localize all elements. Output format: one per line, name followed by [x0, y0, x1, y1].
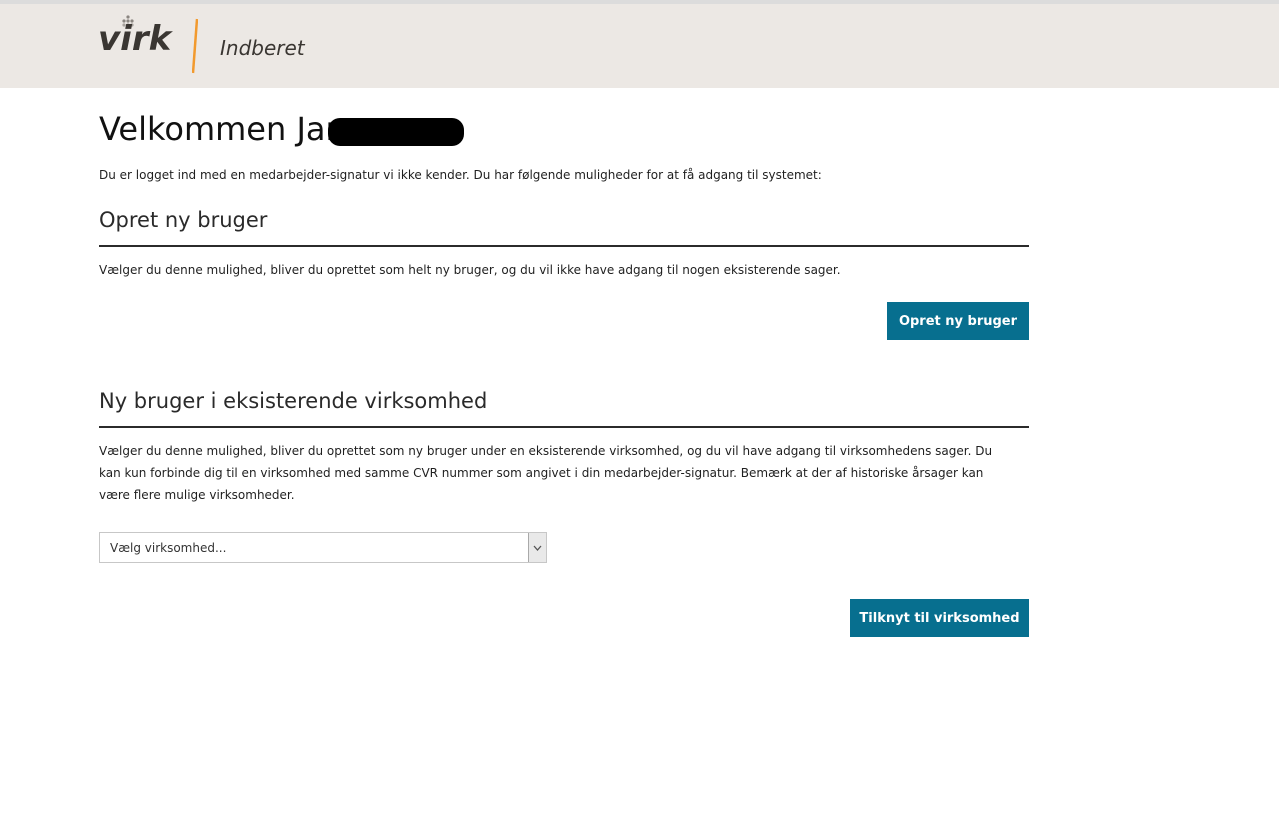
- logo-text: virk: [98, 19, 172, 59]
- section-title-existing-company: Ny bruger i eksisterende virksomhed: [99, 389, 488, 413]
- section-description-new-user: Vælger du denne mulighed, bliver du opre…: [99, 263, 841, 277]
- create-user-button[interactable]: Opret ny bruger: [887, 302, 1029, 340]
- section-divider: [99, 245, 1029, 247]
- site-header: virk Indberet: [0, 4, 1279, 88]
- company-select-value: Vælg virksomhed...: [110, 541, 227, 555]
- company-select[interactable]: Vælg virksomhed...: [99, 532, 547, 563]
- link-to-company-button[interactable]: Tilknyt til virksomhed: [850, 599, 1029, 637]
- redacted-name: [328, 118, 464, 146]
- section-divider: [99, 426, 1029, 428]
- app-name: Indberet: [220, 36, 305, 60]
- section-description-existing-company: Vælger du denne mulighed, bliver du opre…: [99, 444, 993, 502]
- chevron-down-icon[interactable]: [528, 533, 546, 562]
- intro-text: Du er logget ind med en medarbejder-sign…: [99, 168, 822, 182]
- page-title: Velkommen Jan: [99, 110, 346, 148]
- logo-divider-slash: [192, 18, 198, 74]
- virk-logo[interactable]: virk: [98, 15, 178, 67]
- section-title-new-user: Opret ny bruger: [99, 208, 268, 232]
